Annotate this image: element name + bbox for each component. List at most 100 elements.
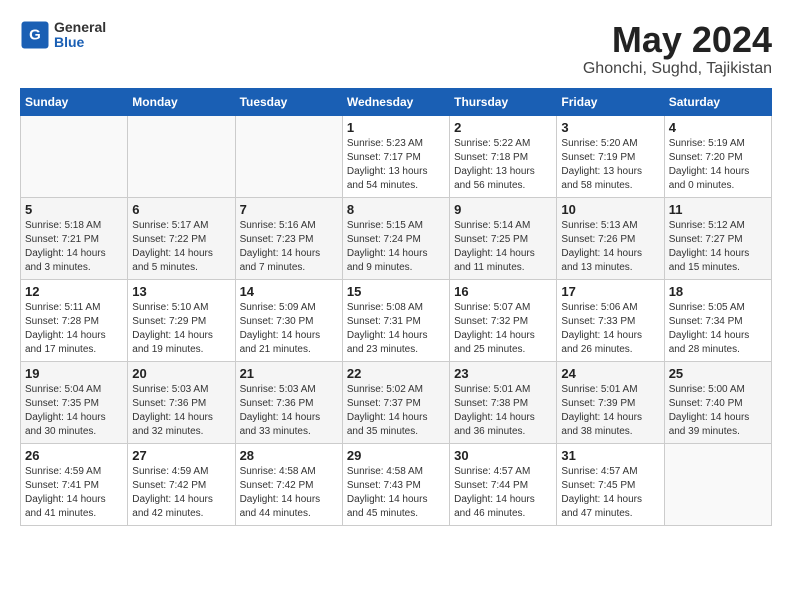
calendar-cell: 4 Sunrise: 5:19 AM Sunset: 7:20 PM Daylig…: [664, 115, 771, 197]
calendar-cell: 8 Sunrise: 5:15 AM Sunset: 7:24 PM Daylig…: [342, 197, 449, 279]
day-info: Sunrise: 4:59 AM Sunset: 7:42 PM Dayligh…: [132, 465, 230, 521]
logo-blue: Blue: [54, 35, 106, 50]
day-number: 6: [132, 202, 230, 217]
day-info: Sunrise: 5:23 AM Sunset: 7:17 PM Dayligh…: [347, 137, 445, 193]
calendar-week-1: 1Sunrise: 5:23 AM Sunset: 7:17 PM Daylig…: [21, 115, 772, 197]
day-info: Sunrise: 5:13 AM Sunset: 7:26 PM Dayligh…: [561, 219, 659, 275]
day-number: 5: [25, 202, 123, 217]
calendar-cell: 12 Sunrise: 5:11 AM Sunset: 7:28 PM Dayli…: [21, 279, 128, 361]
weekday-header-wednesday: Wednesday: [342, 88, 449, 115]
day-number: 26: [25, 448, 123, 463]
calendar-header: SundayMondayTuesdayWednesdayThursdayFrid…: [21, 88, 772, 115]
calendar-cell: 19 Sunrise: 5:04 AM Sunset: 7:35 PM Dayli…: [21, 361, 128, 443]
location-subtitle: Ghonchi, Sughd, Tajikistan: [583, 60, 772, 78]
day-number: 23: [454, 366, 552, 381]
calendar-cell: 26 Sunrise: 4:59 AM Sunset: 7:41 PM Dayli…: [21, 443, 128, 525]
day-info: Sunrise: 5:09 AM Sunset: 7:30 PM Dayligh…: [240, 301, 338, 357]
calendar-week-3: 12 Sunrise: 5:11 AM Sunset: 7:28 PM Dayli…: [21, 279, 772, 361]
calendar-cell: 3Sunrise: 5:20 AM Sunset: 7:19 PM Daylig…: [557, 115, 664, 197]
calendar-cell: 31 Sunrise: 4:57 AM Sunset: 7:45 PM Dayli…: [557, 443, 664, 525]
day-number: 4: [669, 120, 767, 135]
calendar-cell: 2Sunrise: 5:22 AM Sunset: 7:18 PM Daylig…: [450, 115, 557, 197]
calendar-cell: [235, 115, 342, 197]
day-info: Sunrise: 5:10 AM Sunset: 7:29 PM Dayligh…: [132, 301, 230, 357]
weekday-header-sunday: Sunday: [21, 88, 128, 115]
day-number: 29: [347, 448, 445, 463]
day-number: 25: [669, 366, 767, 381]
day-number: 3: [561, 120, 659, 135]
title-area: May 2024 Ghonchi, Sughd, Tajikistan: [583, 20, 772, 78]
day-info: Sunrise: 5:01 AM Sunset: 7:38 PM Dayligh…: [454, 383, 552, 439]
day-number: 10: [561, 202, 659, 217]
day-number: 19: [25, 366, 123, 381]
day-number: 31: [561, 448, 659, 463]
day-info: Sunrise: 5:08 AM Sunset: 7:31 PM Dayligh…: [347, 301, 445, 357]
day-info: Sunrise: 5:03 AM Sunset: 7:36 PM Dayligh…: [240, 383, 338, 439]
weekday-header-monday: Monday: [128, 88, 235, 115]
day-info: Sunrise: 5:04 AM Sunset: 7:35 PM Dayligh…: [25, 383, 123, 439]
calendar-cell: 24 Sunrise: 5:01 AM Sunset: 7:39 PM Dayli…: [557, 361, 664, 443]
day-number: 9: [454, 202, 552, 217]
day-info: Sunrise: 5:18 AM Sunset: 7:21 PM Dayligh…: [25, 219, 123, 275]
day-info: Sunrise: 4:57 AM Sunset: 7:45 PM Dayligh…: [561, 465, 659, 521]
day-info: Sunrise: 5:15 AM Sunset: 7:24 PM Dayligh…: [347, 219, 445, 275]
day-info: Sunrise: 5:16 AM Sunset: 7:23 PM Dayligh…: [240, 219, 338, 275]
weekday-header-row: SundayMondayTuesdayWednesdayThursdayFrid…: [21, 88, 772, 115]
calendar-cell: 18Sunrise: 5:05 AM Sunset: 7:34 PM Dayli…: [664, 279, 771, 361]
calendar-cell: 7 Sunrise: 5:16 AM Sunset: 7:23 PM Daylig…: [235, 197, 342, 279]
day-number: 14: [240, 284, 338, 299]
calendar-cell: 5 Sunrise: 5:18 AM Sunset: 7:21 PM Daylig…: [21, 197, 128, 279]
calendar-cell: [664, 443, 771, 525]
logo: G General Blue: [20, 20, 106, 51]
month-year-title: May 2024: [583, 20, 772, 60]
day-number: 11: [669, 202, 767, 217]
day-info: Sunrise: 4:58 AM Sunset: 7:43 PM Dayligh…: [347, 465, 445, 521]
weekday-header-friday: Friday: [557, 88, 664, 115]
page-header: G General Blue May 2024 Ghonchi, Sughd, …: [20, 20, 772, 78]
calendar-cell: 29 Sunrise: 4:58 AM Sunset: 7:43 PM Dayli…: [342, 443, 449, 525]
calendar-cell: 21Sunrise: 5:03 AM Sunset: 7:36 PM Dayli…: [235, 361, 342, 443]
day-number: 15: [347, 284, 445, 299]
day-number: 17: [561, 284, 659, 299]
calendar-cell: 10 Sunrise: 5:13 AM Sunset: 7:26 PM Dayli…: [557, 197, 664, 279]
weekday-header-tuesday: Tuesday: [235, 88, 342, 115]
calendar-cell: 1Sunrise: 5:23 AM Sunset: 7:17 PM Daylig…: [342, 115, 449, 197]
calendar-cell: 11Sunrise: 5:12 AM Sunset: 7:27 PM Dayli…: [664, 197, 771, 279]
day-number: 13: [132, 284, 230, 299]
day-info: Sunrise: 5:19 AM Sunset: 7:20 PM Dayligh…: [669, 137, 767, 193]
day-info: Sunrise: 5:07 AM Sunset: 7:32 PM Dayligh…: [454, 301, 552, 357]
calendar-cell: 14 Sunrise: 5:09 AM Sunset: 7:30 PM Dayli…: [235, 279, 342, 361]
logo-text: General Blue: [54, 20, 106, 51]
calendar-cell: 25Sunrise: 5:00 AM Sunset: 7:40 PM Dayli…: [664, 361, 771, 443]
day-number: 30: [454, 448, 552, 463]
day-info: Sunrise: 4:58 AM Sunset: 7:42 PM Dayligh…: [240, 465, 338, 521]
day-number: 24: [561, 366, 659, 381]
calendar-cell: 28 Sunrise: 4:58 AM Sunset: 7:42 PM Dayli…: [235, 443, 342, 525]
day-number: 16: [454, 284, 552, 299]
weekday-header-saturday: Saturday: [664, 88, 771, 115]
calendar-cell: 30 Sunrise: 4:57 AM Sunset: 7:44 PM Dayli…: [450, 443, 557, 525]
day-info: Sunrise: 5:01 AM Sunset: 7:39 PM Dayligh…: [561, 383, 659, 439]
day-info: Sunrise: 4:57 AM Sunset: 7:44 PM Dayligh…: [454, 465, 552, 521]
calendar-cell: 22 Sunrise: 5:02 AM Sunset: 7:37 PM Dayli…: [342, 361, 449, 443]
day-info: Sunrise: 5:03 AM Sunset: 7:36 PM Dayligh…: [132, 383, 230, 439]
svg-text:G: G: [29, 27, 41, 44]
day-number: 8: [347, 202, 445, 217]
calendar-table: SundayMondayTuesdayWednesdayThursdayFrid…: [20, 88, 772, 526]
day-number: 12: [25, 284, 123, 299]
day-number: 22: [347, 366, 445, 381]
day-number: 20: [132, 366, 230, 381]
day-info: Sunrise: 5:14 AM Sunset: 7:25 PM Dayligh…: [454, 219, 552, 275]
calendar-cell: 23 Sunrise: 5:01 AM Sunset: 7:38 PM Dayli…: [450, 361, 557, 443]
day-info: Sunrise: 5:02 AM Sunset: 7:37 PM Dayligh…: [347, 383, 445, 439]
calendar-cell: 17Sunrise: 5:06 AM Sunset: 7:33 PM Dayli…: [557, 279, 664, 361]
day-info: Sunrise: 5:22 AM Sunset: 7:18 PM Dayligh…: [454, 137, 552, 193]
calendar-week-4: 19 Sunrise: 5:04 AM Sunset: 7:35 PM Dayli…: [21, 361, 772, 443]
day-number: 28: [240, 448, 338, 463]
calendar-cell: 16 Sunrise: 5:07 AM Sunset: 7:32 PM Dayli…: [450, 279, 557, 361]
weekday-header-thursday: Thursday: [450, 88, 557, 115]
day-info: Sunrise: 5:11 AM Sunset: 7:28 PM Dayligh…: [25, 301, 123, 357]
day-info: Sunrise: 4:59 AM Sunset: 7:41 PM Dayligh…: [25, 465, 123, 521]
day-number: 18: [669, 284, 767, 299]
day-number: 7: [240, 202, 338, 217]
